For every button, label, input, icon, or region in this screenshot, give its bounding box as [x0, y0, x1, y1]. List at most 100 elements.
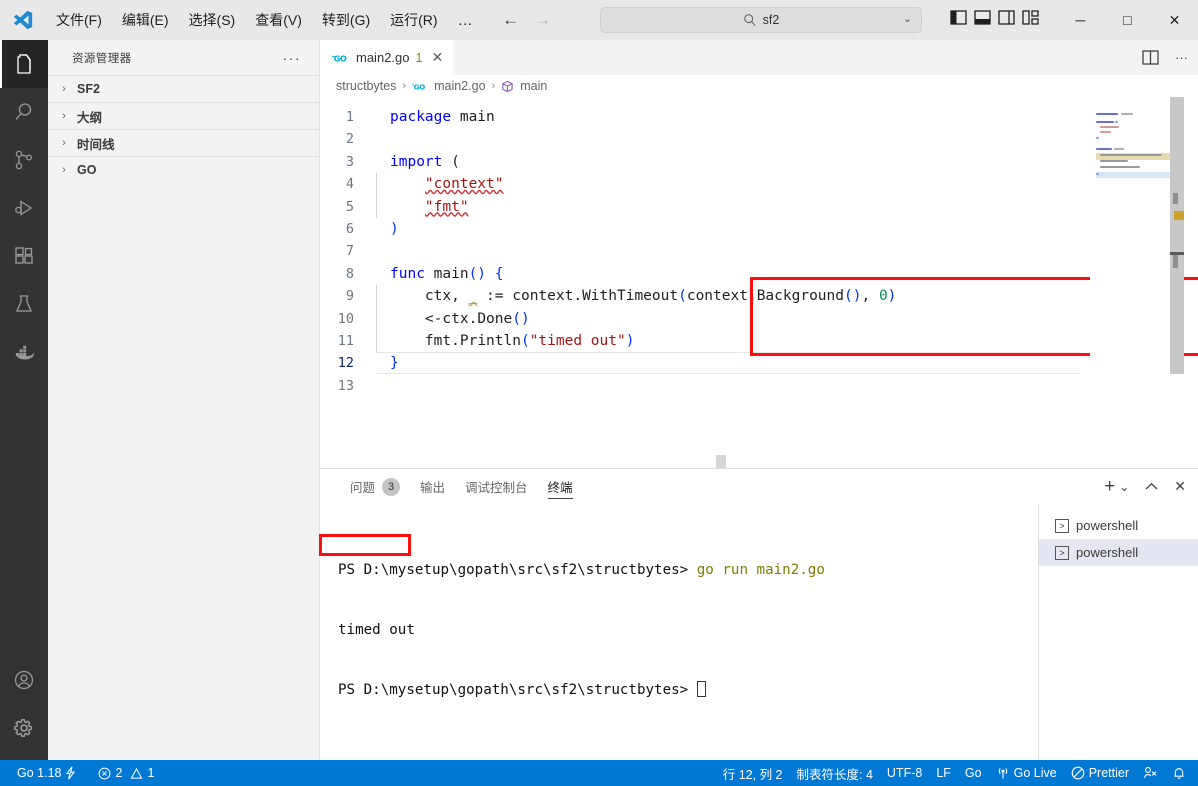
editor-more-actions-icon[interactable]: ··· [1175, 50, 1188, 65]
menu-selection[interactable]: 选择(S) [179, 6, 246, 34]
editor-scrollbar[interactable] [1170, 97, 1184, 468]
scrollbar-thumb[interactable] [1170, 97, 1184, 374]
breadcrumb-separator: › [402, 80, 407, 92]
terminal-command: go run main2.go [696, 562, 825, 578]
chevron-down-icon[interactable]: ⌄ [1119, 480, 1129, 494]
code-text[interactable] [376, 240, 390, 262]
code-text[interactable]: func main() { [376, 263, 504, 285]
terminal-output[interactable]: PS D:\mysetup\gopath\src\sf2\structbytes… [319, 504, 1038, 760]
split-editor-icon[interactable] [1142, 50, 1159, 65]
status-language[interactable]: Go [958, 760, 989, 786]
command-center-search[interactable]: sf2 ⌄ [600, 7, 922, 33]
menu-view[interactable]: 查看(V) [245, 6, 312, 34]
tab-debug-console[interactable]: 调试控制台 [455, 469, 538, 504]
indent-guide [376, 307, 377, 330]
code-text[interactable] [376, 128, 390, 150]
toggle-primary-sidebar-icon[interactable] [950, 10, 967, 25]
tab-close-icon[interactable]: ✕ [431, 49, 443, 66]
code-token: main [433, 265, 469, 282]
code-text[interactable]: "fmt" [376, 195, 469, 218]
code-token: , [861, 288, 879, 305]
code-text[interactable]: fmt.Println("timed out") [376, 329, 634, 353]
menu-run[interactable]: 运行(R) [380, 6, 447, 34]
code-lines[interactable]: 1 package main 2 3 import (4 "context" 5 "fmt… [320, 97, 1198, 397]
terminal-instance[interactable]: > powershell [1039, 539, 1198, 566]
chevron-right-icon: › [62, 137, 66, 149]
customize-layout-icon[interactable] [1022, 10, 1039, 25]
code-text[interactable]: } [376, 352, 399, 374]
status-prettier[interactable]: Prettier [1064, 760, 1136, 786]
status-eol[interactable]: LF [929, 760, 958, 786]
minimap[interactable] [1090, 97, 1184, 468]
code-text[interactable]: import ( [376, 151, 460, 173]
line-number: 7 [345, 243, 354, 260]
chevron-down-icon[interactable]: ⌄ [903, 12, 912, 25]
status-line-col[interactable]: 行 12, 列 2 [716, 760, 790, 786]
status-notifications[interactable] [1165, 760, 1198, 786]
menu-more-button[interactable]: … [448, 10, 484, 31]
breadcrumb-item-symbol[interactable]: main [520, 79, 547, 93]
toggle-panel-icon[interactable] [974, 10, 991, 25]
sidebar-item-sf2[interactable]: › SF2 [48, 75, 319, 102]
activitybar-item-manage[interactable] [0, 704, 48, 752]
code-text[interactable]: ctx, _ := context.WithTimeout(context.Ba… [376, 285, 896, 308]
close-panel-icon[interactable]: ✕ [1174, 478, 1186, 495]
activitybar-item-search[interactable] [0, 88, 48, 136]
tab-terminal[interactable]: 终端 [538, 469, 583, 504]
code-text[interactable]: <-ctx.Done() [376, 307, 530, 330]
menu-edit[interactable]: 编辑(E) [112, 6, 179, 34]
menu-go[interactable]: 转到(G) [312, 6, 380, 34]
status-tab-size[interactable]: 制表符长度: 4 [790, 760, 880, 786]
menu-file[interactable]: 文件(F) [46, 6, 112, 34]
activitybar-item-extensions[interactable] [0, 232, 48, 280]
activitybar-item-accounts[interactable] [0, 656, 48, 704]
maximize-button[interactable]: □ [1104, 0, 1151, 40]
status-go-live[interactable]: Go Live [989, 760, 1064, 786]
warning-icon [130, 767, 143, 780]
code-text[interactable]: ) [376, 218, 399, 240]
activitybar-item-explorer[interactable] [0, 40, 48, 88]
beaker-icon [12, 292, 36, 316]
toggle-secondary-sidebar-icon[interactable] [998, 10, 1015, 25]
status-problems[interactable]: 2 1 [91, 760, 161, 786]
panel-tab-label: 问题 [350, 481, 376, 495]
sidebar-item-outline[interactable]: › 大纲 [48, 102, 319, 129]
code-line: 11 fmt.Println("timed out") [320, 329, 1198, 353]
code-token: <-ctx [424, 310, 469, 327]
sidebar-item-timeline[interactable]: › 时间线 [48, 129, 319, 156]
terminal-instance[interactable]: > powershell [1039, 512, 1198, 539]
status-encoding[interactable]: UTF-8 [880, 760, 929, 786]
terminal-line: PS D:\mysetup\gopath\src\sf2\structbytes… [338, 560, 1038, 580]
status-go-version[interactable]: Go 1.18 [10, 760, 83, 786]
activitybar-item-source-control[interactable] [0, 136, 48, 184]
code-text[interactable]: package main [376, 106, 495, 128]
code-line: 8 func main() { [320, 263, 1198, 285]
indent-guide [376, 329, 377, 353]
code-token: _ [468, 288, 478, 305]
svg-text:GO: GO [334, 53, 347, 63]
forward-arrow-icon[interactable]: → [534, 10, 552, 30]
code-editor[interactable]: 1 package main 2 3 import (4 "context" 5 "fmt… [320, 97, 1198, 468]
new-terminal-icon[interactable]: + [1104, 476, 1115, 498]
navigation-arrows: ← → [502, 10, 552, 30]
sidebar-item-go[interactable]: › GO [48, 156, 319, 183]
code-text[interactable] [376, 375, 390, 397]
sidebar-item-label: GO [77, 163, 97, 177]
maximize-panel-icon[interactable] [1145, 482, 1158, 491]
minimize-button[interactable]: ─ [1057, 0, 1104, 40]
sidebar-more-actions-icon[interactable]: ··· [283, 50, 302, 66]
breadcrumb-item-folder[interactable]: structbytes [336, 79, 396, 93]
close-button[interactable]: ✕ [1151, 0, 1198, 40]
code-text[interactable]: "context" [376, 173, 504, 196]
breadcrumb-item-file[interactable]: main2.go [434, 79, 485, 93]
activitybar-item-testing[interactable] [0, 280, 48, 328]
tab-problems[interactable]: 问题 3 [340, 469, 410, 504]
back-arrow-icon[interactable]: ← [502, 10, 520, 30]
activitybar-item-docker[interactable] [0, 328, 48, 376]
activitybar-item-run-and-debug[interactable] [0, 184, 48, 232]
tab-main2-go[interactable]: GO main2.go 1 ✕ [320, 40, 455, 75]
status-remote[interactable] [1136, 760, 1165, 786]
sidebar-item-label: 时间线 [77, 137, 115, 152]
tab-output[interactable]: 输出 [410, 469, 455, 504]
